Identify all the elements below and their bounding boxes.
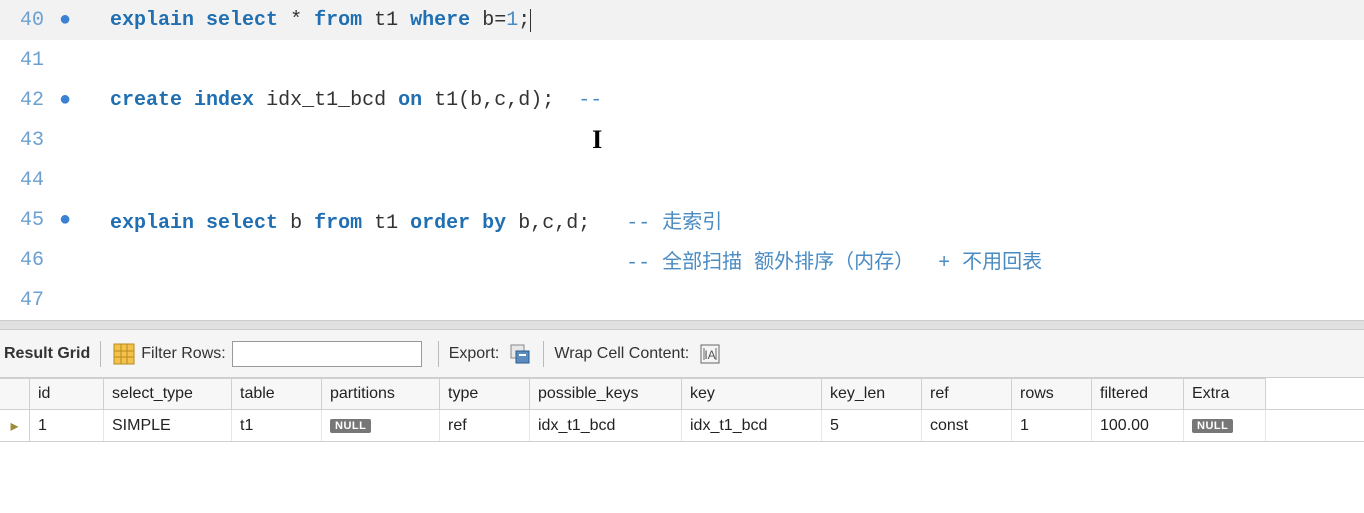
code-line[interactable]: 41	[0, 40, 1364, 80]
cell-key-len[interactable]: 5	[822, 410, 922, 441]
cell-select-type[interactable]: SIMPLE	[104, 410, 232, 441]
code-text[interactable]: I	[110, 125, 602, 155]
toolbar-separator	[438, 341, 439, 367]
wrap-cell-icon[interactable]: IA	[699, 343, 721, 365]
code-text[interactable]: -- 全部扫描 额外排序（内存） + 不用回表	[110, 245, 1042, 275]
col-header-table[interactable]: table	[232, 378, 322, 409]
line-number: 42	[0, 89, 50, 112]
text-caret	[530, 9, 531, 32]
col-header-ref[interactable]: ref	[922, 378, 1012, 409]
col-header-select-type[interactable]: select_type	[104, 378, 232, 409]
cell-partitions[interactable]: NULL	[322, 410, 440, 441]
cell-table[interactable]: t1	[232, 410, 322, 441]
code-text[interactable]: explain select * from t1 where b=1;	[110, 9, 531, 32]
line-number: 47	[0, 289, 50, 312]
result-grid-header: id select_type table partitions type pos…	[0, 378, 1364, 410]
export-icon[interactable]	[509, 343, 531, 365]
col-header-filtered[interactable]: filtered	[1092, 378, 1184, 409]
row-handle-header	[0, 378, 30, 409]
cell-extra[interactable]: NULL	[1184, 410, 1266, 441]
code-text[interactable]: create index idx_t1_bcd on t1(b,c,d); --	[110, 89, 602, 112]
cell-id[interactable]: 1	[30, 410, 104, 441]
ibeam-cursor-icon: I	[592, 125, 602, 154]
col-header-key[interactable]: key	[682, 378, 822, 409]
col-header-extra[interactable]: Extra	[1184, 378, 1266, 409]
code-line[interactable]: 44	[0, 160, 1364, 200]
cell-ref[interactable]: const	[922, 410, 1012, 441]
toolbar-separator	[100, 341, 101, 367]
cell-rows[interactable]: 1	[1012, 410, 1092, 441]
col-header-rows[interactable]: rows	[1012, 378, 1092, 409]
export-label: Export:	[449, 345, 500, 363]
code-line[interactable]: 42● create index idx_t1_bcd on t1(b,c,d);…	[0, 80, 1364, 120]
line-number: 41	[0, 49, 50, 72]
col-header-id[interactable]: id	[30, 378, 104, 409]
table-row[interactable]: ▸ 1 SIMPLE t1 NULL ref idx_t1_bcd idx_t1…	[0, 410, 1364, 442]
line-number: 46	[0, 249, 50, 272]
toolbar-separator	[543, 341, 544, 367]
filter-rows-label: Filter Rows:	[141, 345, 225, 363]
svg-text:IA: IA	[705, 348, 716, 362]
code-line[interactable]: 40● explain select * from t1 where b=1;	[0, 0, 1364, 40]
code-line[interactable]: 43 I	[0, 120, 1364, 160]
editor-results-divider	[0, 320, 1364, 330]
cell-filtered[interactable]: 100.00	[1092, 410, 1184, 441]
line-number: 40	[0, 9, 50, 32]
line-number: 43	[0, 129, 50, 152]
breakpoint-marker[interactable]: ●	[50, 209, 80, 232]
null-badge: NULL	[330, 419, 371, 433]
filter-rows-input[interactable]	[232, 341, 422, 367]
cell-type[interactable]: ref	[440, 410, 530, 441]
result-toolbar: Result Grid Filter Rows: Export: Wrap Ce…	[0, 330, 1364, 378]
col-header-possible-keys[interactable]: possible_keys	[530, 378, 682, 409]
row-handle[interactable]: ▸	[0, 410, 30, 441]
sql-editor[interactable]: 40●explain select * from t1 where b=1;41…	[0, 0, 1364, 320]
grid-view-icon[interactable]	[113, 343, 135, 365]
col-header-type[interactable]: type	[440, 378, 530, 409]
breakpoint-marker[interactable]: ●	[50, 89, 80, 112]
code-line[interactable]: 45● explain select b from t1 order by b,c…	[0, 200, 1364, 240]
line-number: 45	[0, 209, 50, 232]
code-line[interactable]: 47	[0, 280, 1364, 320]
line-number: 44	[0, 169, 50, 192]
code-line[interactable]: 46 -- 全部扫描 额外排序（内存） + 不用回表	[0, 240, 1364, 280]
wrap-cell-label: Wrap Cell Content:	[554, 345, 689, 363]
col-header-key-len[interactable]: key_len	[822, 378, 922, 409]
code-text[interactable]: explain select b from t1 order by b,c,d;…	[110, 205, 722, 235]
cell-possible-keys[interactable]: idx_t1_bcd	[530, 410, 682, 441]
col-header-partitions[interactable]: partitions	[322, 378, 440, 409]
breakpoint-marker[interactable]: ●	[50, 9, 80, 32]
null-badge: NULL	[1192, 419, 1233, 433]
cell-key[interactable]: idx_t1_bcd	[682, 410, 822, 441]
result-grid-label: Result Grid	[4, 345, 90, 363]
result-grid[interactable]: id select_type table partitions type pos…	[0, 378, 1364, 442]
